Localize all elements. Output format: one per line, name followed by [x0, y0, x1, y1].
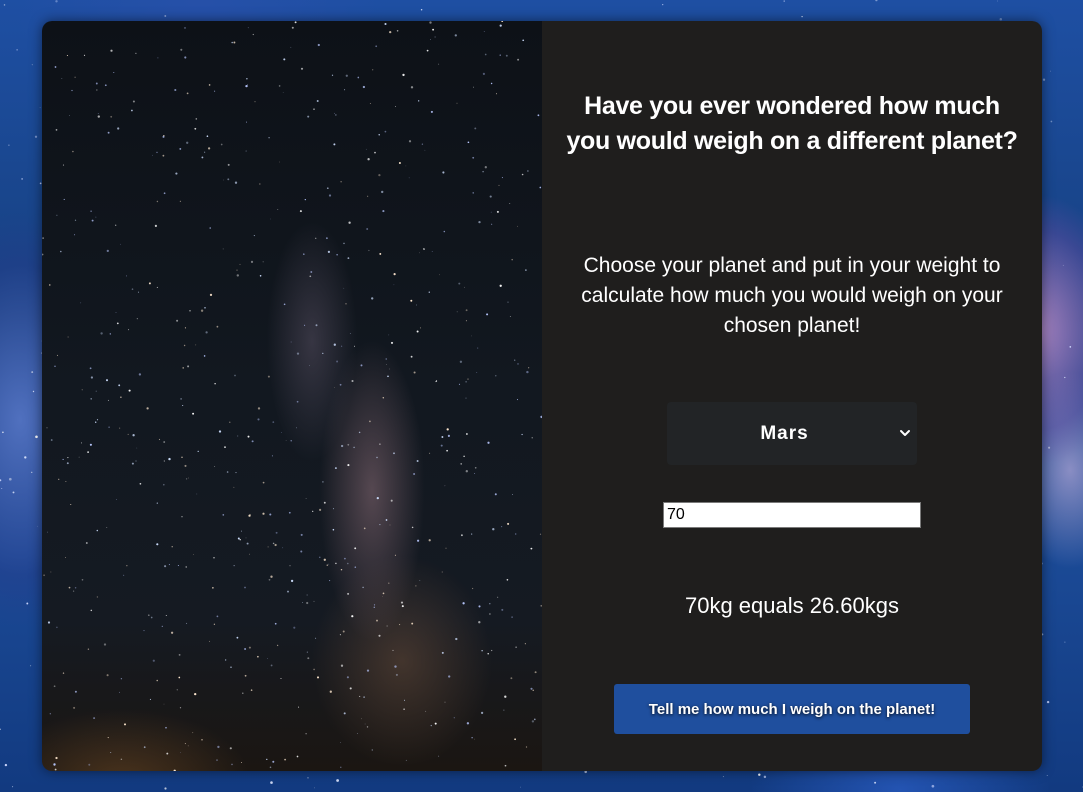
- milky-way-photo: [42, 21, 542, 771]
- planet-select-value: Mars: [760, 423, 809, 444]
- calculate-button[interactable]: Tell me how much I weigh on the planet!: [614, 684, 970, 734]
- instructions-text: Choose your planet and put in your weigh…: [581, 254, 1003, 337]
- main-card: Have you ever wondered how much you woul…: [42, 21, 1042, 771]
- calculator-panel: Have you ever wondered how much you woul…: [542, 21, 1042, 771]
- planet-select[interactable]: Mars: [667, 402, 917, 465]
- chevron-down-icon: [900, 430, 910, 436]
- page-title: Have you ever wondered how much you woul…: [566, 92, 1018, 155]
- result-text: 70kg equals 26.60kgs: [684, 593, 900, 618]
- weight-input[interactable]: [663, 502, 921, 528]
